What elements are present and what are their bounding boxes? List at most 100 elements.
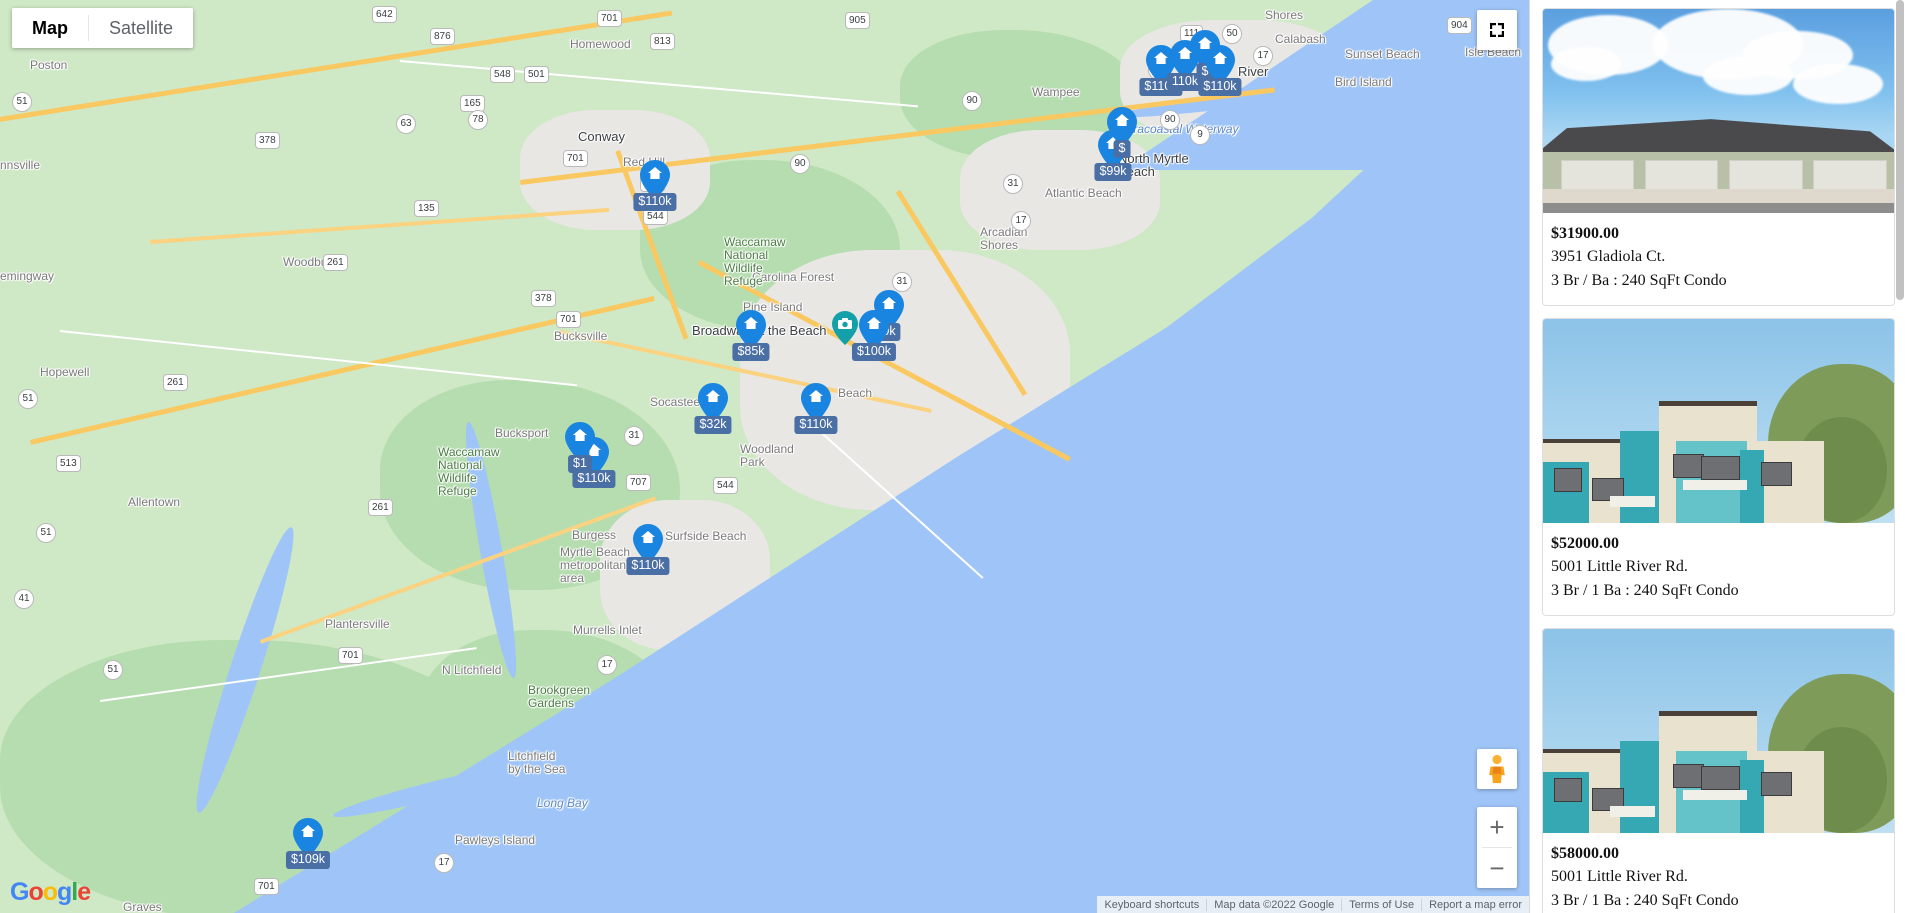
map-type-satellite-button[interactable]: Satellite (89, 8, 194, 48)
pegman-icon (1489, 754, 1505, 784)
map-place-label: emingway (0, 269, 55, 283)
cloud (1703, 57, 1793, 95)
price-marker[interactable]: $110k (794, 383, 838, 434)
roof-edge (1658, 710, 1758, 716)
price-marker-label: $109k (285, 851, 331, 869)
listing-address: 5001 Little River Rd. (1551, 558, 1688, 575)
zoom-controls[interactable]: + − (1477, 807, 1517, 888)
price-marker[interactable]: $110k (1198, 45, 1242, 96)
price-marker-label: $110k (794, 416, 838, 434)
road-shield: 9 (1190, 125, 1210, 145)
listing-details: $58000.00 5001 Little River Rd. 3 Br / 1 B… (1543, 833, 1894, 913)
road-shield: 904 (1447, 17, 1472, 34)
window (1553, 777, 1582, 803)
price-marker-label: $110k (1198, 78, 1242, 96)
road-shield: 642 (372, 6, 397, 23)
map-place-label: nnsville (0, 158, 41, 172)
price-marker[interactable]: $110k (626, 524, 670, 575)
zoom-in-button[interactable]: + (1477, 807, 1517, 847)
listings-panel[interactable]: $31900.00 3951 Gladiola Ct. 3 Br / Ba : 24… (1529, 0, 1905, 913)
window (1760, 461, 1793, 487)
window (1672, 453, 1705, 479)
map-place-label: Surfside Beach (665, 529, 747, 543)
map-place-label: Pawleys Island (455, 833, 536, 847)
map-place-label: Bucksville (554, 329, 608, 343)
street (1543, 202, 1894, 213)
fullscreen-button[interactable] (1477, 10, 1517, 50)
scrollbar-thumb[interactable] (1896, 0, 1904, 300)
price-marker-label: $ (1113, 140, 1131, 158)
listing-details: $52000.00 5001 Little River Rd. 3 Br / 1 B… (1543, 523, 1894, 615)
balcony (1609, 806, 1656, 817)
listing-spec: 3 Br / 1 Ba : 240 SqFt Condo (1551, 582, 1739, 599)
attribution-link[interactable]: Keyboard shortcuts (1097, 899, 1206, 911)
price-marker-label: $1 (568, 455, 592, 473)
road-shield: 17 (1253, 46, 1273, 66)
listings-scrollbar[interactable] (1896, 0, 1904, 913)
map-place-label: Plantersville (325, 617, 390, 631)
map-pane[interactable]: Poston Homewood Wampee Sunset Beach Calabash… (0, 0, 1529, 913)
road-shield: 513 (56, 455, 81, 472)
camera-poi-icon[interactable] (832, 311, 858, 345)
price-marker[interactable]: $ (1107, 107, 1137, 158)
road-shield: 544 (713, 477, 738, 494)
map-place-label: Bucksport (495, 426, 549, 440)
attribution-link[interactable]: Terms of Use (1341, 898, 1421, 911)
map-place-label: Sunset Beach (1345, 47, 1420, 61)
map-attribution-bar[interactable]: Keyboard shortcuts Map data ©2022 Google T… (1097, 896, 1529, 913)
road-shield: 261 (323, 254, 348, 271)
map-place-label: Long Bay (537, 796, 588, 810)
map-place-label: Calabash (1275, 32, 1326, 46)
road-shield: 63 (396, 114, 416, 134)
map-type-map-button[interactable]: Map (12, 8, 88, 48)
price-marker[interactable]: $110k (633, 160, 677, 211)
window (1553, 467, 1582, 493)
listing-card[interactable]: $58000.00 5001 Little River Rd. 3 Br / 1 B… (1542, 628, 1895, 913)
balcony (1683, 790, 1747, 801)
price-marker[interactable]: $100k (851, 310, 897, 361)
road-shield: 51 (18, 389, 38, 409)
attribution-link[interactable]: Map data ©2022 Google (1206, 898, 1341, 911)
listing-card[interactable]: $52000.00 5001 Little River Rd. 3 Br / 1 B… (1542, 318, 1895, 616)
road-shield: 701 (254, 878, 279, 895)
road-shield: 261 (163, 374, 188, 391)
road-shield: 135 (414, 200, 439, 217)
street-view-pegman-button[interactable] (1477, 749, 1517, 789)
listing-card[interactable]: $31900.00 3951 Gladiola Ct. 3 Br / Ba : 24… (1542, 8, 1895, 306)
roof-edge (1658, 400, 1758, 406)
listing-address: 3951 Gladiola Ct. (1551, 248, 1666, 265)
road-shield: 707 (626, 474, 651, 491)
map-place-label: Shores (1265, 8, 1304, 22)
road-shield: 701 (563, 150, 588, 167)
cloud (1551, 47, 1621, 81)
price-marker[interactable]: $109k (285, 818, 331, 869)
road-shield: 90 (1160, 110, 1180, 130)
balcony (1683, 480, 1747, 491)
road-shield: 701 (597, 10, 622, 27)
map-place-label: Litchfield by the Sea (508, 749, 566, 776)
listing-photo (1543, 629, 1894, 833)
map-place-label: Beach (838, 386, 873, 400)
road-shield: 548 (490, 66, 515, 83)
price-marker[interactable]: $32k (694, 383, 732, 434)
map-place-label: Allentown (128, 495, 181, 509)
cloud (1793, 64, 1883, 104)
price-marker[interactable]: $85k (732, 310, 770, 361)
map-place-label: Intracoastal Waterway (1120, 122, 1239, 136)
road-shield: 261 (368, 499, 393, 516)
map-place-label: Wampee (1032, 85, 1080, 99)
attribution-link[interactable]: Report a map error (1421, 898, 1529, 911)
road-shield: 501 (524, 66, 549, 83)
map-place-label: Poston (30, 58, 68, 72)
zoom-out-button[interactable]: − (1477, 848, 1517, 888)
map-place-label: Waccamaw National Wildlife Refuge (438, 445, 500, 498)
price-marker-label: $85k (732, 343, 770, 361)
logo-o2: o (42, 878, 58, 906)
price-marker-label: $100k (851, 343, 897, 361)
road-shield: 31 (1003, 174, 1023, 194)
price-marker[interactable]: $1 (565, 422, 595, 473)
road-shield: 813 (650, 33, 675, 50)
map-type-switch[interactable]: Map Satellite (12, 8, 194, 48)
map-canvas[interactable]: Poston Homewood Wampee Sunset Beach Calabash… (0, 0, 1529, 913)
map-place-label: Conway (578, 129, 625, 144)
